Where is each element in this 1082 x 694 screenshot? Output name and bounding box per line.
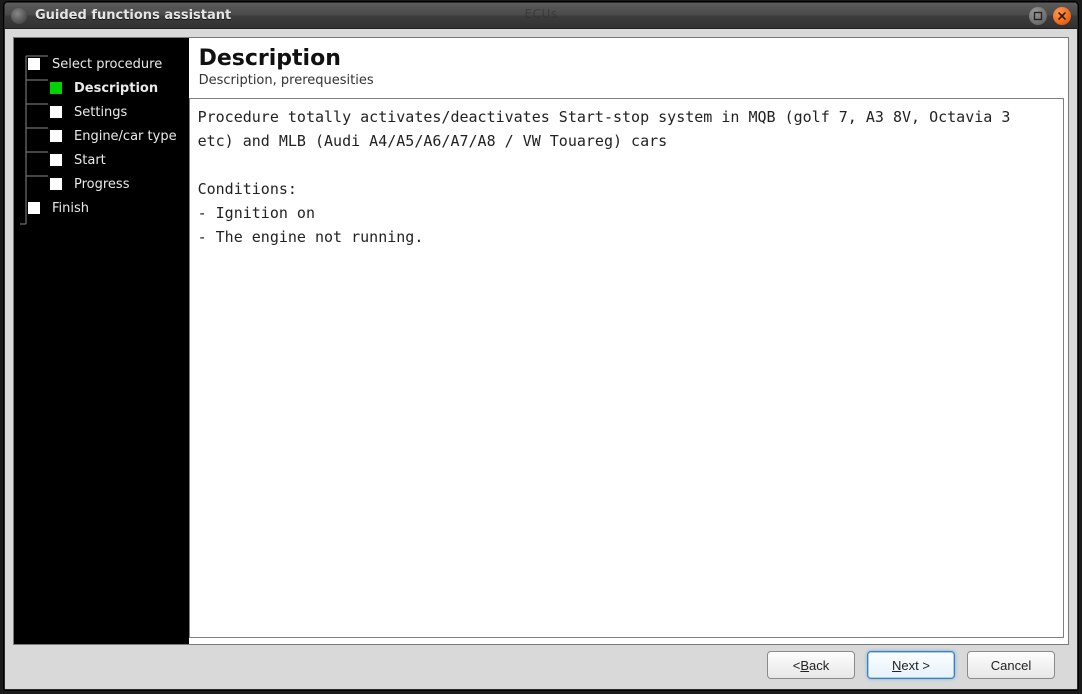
step-start[interactable]: Start [28,148,177,172]
next-button-hotkey: N [892,658,901,673]
step-marker-icon [50,82,62,94]
step-marker-icon [28,202,40,214]
window-title: Guided functions assistant [35,8,231,23]
back-button-prefix: < [793,658,801,673]
main-panel: Select procedure Description Settings En… [13,37,1069,645]
next-button[interactable]: Next > [867,651,955,679]
maximize-icon [1033,11,1043,21]
step-progress[interactable]: Progress [28,172,177,196]
wizard-content: Description Description, prerequesities … [189,38,1068,644]
page-subtitle: Description, prerequesities [199,73,1058,88]
client-area: Select procedure Description Settings En… [5,29,1077,689]
wizard-footer: < Back Next > Cancel [13,645,1069,689]
step-settings[interactable]: Settings [28,100,177,124]
step-description[interactable]: Description [28,76,177,100]
step-finish[interactable]: Finish [28,196,177,220]
close-icon [1057,11,1067,21]
page-title: Description [199,46,1058,71]
back-button[interactable]: < Back [767,651,855,679]
step-label: Start [74,153,106,168]
step-label: Progress [74,177,129,192]
wizard-sidebar: Select procedure Description Settings En… [14,38,189,644]
app-icon [11,8,27,24]
content-header: Description Description, prerequesities [189,38,1068,98]
cancel-button[interactable]: Cancel [967,651,1055,679]
title-bar[interactable]: Guided functions assistant ECUs [5,3,1077,29]
step-label: Finish [52,201,89,216]
step-marker-icon [50,130,62,142]
description-textbox[interactable]: Procedure totally activates/deactivates … [189,98,1064,638]
step-label: Settings [74,105,127,120]
step-marker-icon [50,106,62,118]
step-label: Description [74,81,158,96]
step-marker-icon [28,58,40,70]
step-marker-icon [50,178,62,190]
step-label: Select procedure [52,57,162,72]
back-button-rest: ack [809,658,829,673]
maximize-button[interactable] [1029,7,1047,25]
step-engine-car-type[interactable]: Engine/car type [28,124,177,148]
wizard-step-list: Select procedure Description Settings En… [28,52,177,220]
app-window: Guided functions assistant ECUs [4,2,1078,690]
step-marker-icon [50,154,62,166]
window-controls [1029,7,1071,25]
step-label: Engine/car type [74,129,177,144]
next-button-rest: ext > [901,658,930,673]
step-select-procedure[interactable]: Select procedure [28,52,177,76]
close-button[interactable] [1053,7,1071,25]
back-button-hotkey: B [800,658,809,673]
